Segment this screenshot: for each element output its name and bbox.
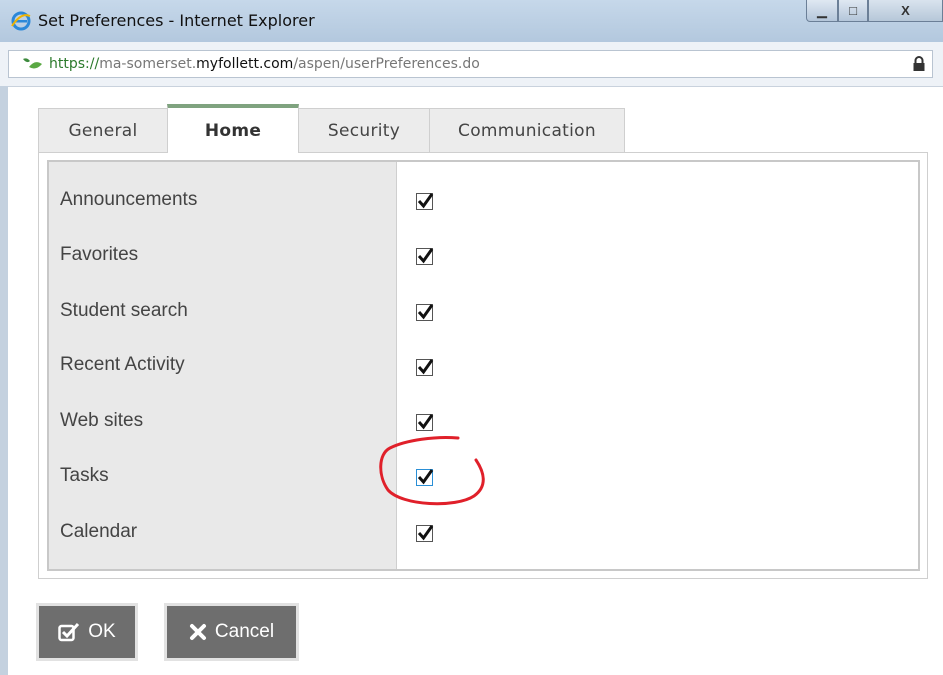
pref-checkbox-recent-activity[interactable] (416, 359, 434, 376)
window-title-bar: Set Preferences - Internet Explorer ▁ □ … (0, 0, 943, 42)
pref-checkbox-web-sites[interactable] (416, 414, 434, 431)
minimize-button[interactable]: ▁ (806, 0, 838, 22)
checkmark-icon (417, 414, 434, 430)
pref-label-student-search: Student search (60, 300, 188, 321)
maximize-button[interactable]: □ (838, 0, 868, 22)
checkbox-check-icon (58, 622, 80, 642)
internet-explorer-icon (11, 11, 31, 31)
checkmark-icon (417, 359, 434, 375)
pref-label-calendar: Calendar (60, 521, 138, 542)
pref-label-favorites: Favorites (60, 244, 139, 265)
site-leaf-icon (23, 58, 42, 69)
pref-label-recent-activity: Recent Activity (60, 354, 185, 375)
cancel-label: Cancel (214, 621, 275, 642)
checkmark-icon (417, 525, 434, 541)
close-icon (189, 624, 206, 640)
checkmark-icon (417, 193, 434, 209)
window-frame-left (0, 86, 8, 675)
home-preferences-panel: Announcements Favorites Student search R… (38, 152, 928, 579)
tab-security[interactable]: Security (298, 108, 430, 152)
checkmark-icon (417, 248, 434, 264)
pref-checkbox-announcements[interactable] (416, 193, 434, 210)
checkmark-icon (417, 304, 434, 320)
tab-home[interactable]: Home (167, 104, 299, 153)
pref-checkbox-calendar[interactable] (416, 525, 434, 542)
preferences-table: Announcements Favorites Student search R… (47, 160, 920, 571)
cancel-button[interactable]: Cancel (164, 603, 299, 661)
ok-label: OK (88, 621, 116, 642)
tab-communication[interactable]: Communication (429, 108, 625, 152)
pref-label-web-sites: Web sites (60, 410, 144, 431)
url-field[interactable]: https://ma-somerset.myfollett.com/aspen/… (8, 50, 933, 78)
pref-label-announcements: Announcements (60, 189, 198, 210)
url-text: https://ma-somerset.myfollett.com/aspen/… (49, 56, 480, 72)
window-title: Set Preferences - Internet Explorer (38, 11, 315, 30)
pref-label-tasks: Tasks (60, 465, 109, 486)
tab-general[interactable]: General (38, 108, 168, 152)
pref-checkbox-student-search[interactable] (416, 304, 434, 321)
lock-icon[interactable] (912, 56, 926, 72)
ok-button[interactable]: OK (36, 603, 138, 661)
red-circle-annotation (379, 436, 485, 506)
pref-checkbox-favorites[interactable] (416, 248, 434, 265)
address-bar: https://ma-somerset.myfollett.com/aspen/… (0, 42, 943, 87)
close-button[interactable]: X (868, 0, 943, 22)
